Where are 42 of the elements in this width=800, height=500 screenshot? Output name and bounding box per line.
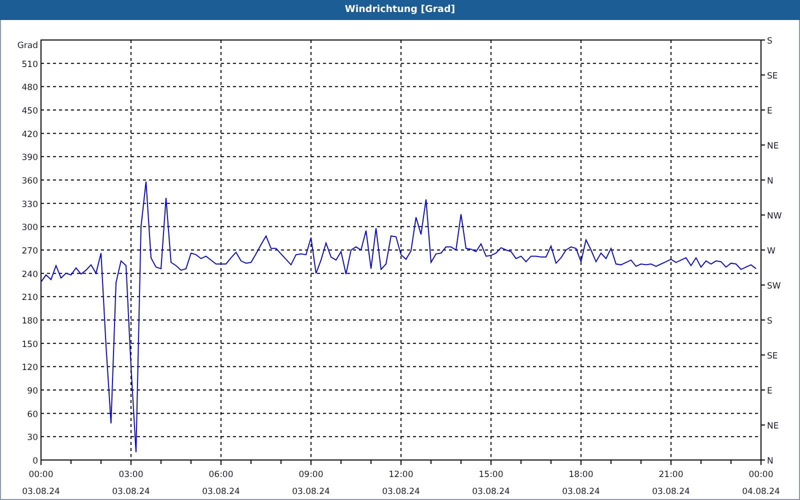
compass-label: S [767,316,772,326]
compass-label: SW [767,282,781,292]
y-tick-label: 300 [22,223,38,234]
y-tick-label: 180 [22,316,38,326]
x-tick-label: 00:00 04.08.24 [742,470,780,497]
compass-label: SE [767,72,778,82]
y-tick-label: 510 [22,60,38,70]
compass-label: N [767,176,774,186]
x-tick-label: 06:00 03.08.24 [202,470,240,497]
y-tick-label: 360 [22,176,38,186]
y-tick-label: 330 [22,200,38,210]
y-tick-label: 240 [22,270,38,280]
x-tick-label: 00:00 03.08.24 [22,470,60,497]
compass-label: NE [767,422,779,432]
compass-label: NE [767,142,779,152]
compass-label: N [767,456,774,466]
x-tick-label: 18:00 03.08.24 [562,470,600,497]
compass-label: SE [767,352,778,362]
y-tick-label: 60 [27,410,38,420]
x-tick-label: 09:00 03.08.24 [292,470,330,497]
y-tick-label: 120 [22,363,38,374]
y-tick-label: 480 [22,83,38,94]
y-tick-label: 150 [22,340,38,350]
compass-label: NW [767,212,782,222]
y-tick-label: 0 [32,456,38,466]
compass-label: E [767,106,772,116]
y-tick-label: 450 [22,106,38,116]
x-tick-label: 12:00 03.08.24 [382,470,420,497]
x-tick-label: 21:00 03.08.24 [652,470,690,497]
y-tick-label: 270 [22,246,38,256]
x-tick-label: 15:00 03.08.24 [472,470,510,497]
compass-label: W [767,246,776,256]
compass-label: E [767,386,772,396]
window-title: Windrichtung [Grad] [0,0,800,20]
compass-label: S [767,36,772,46]
y-tick-label: 420 [22,130,38,140]
y-tick-label: 30 [27,433,38,444]
x-tick-label: 03:00 03.08.24 [112,470,150,497]
y-tick-label: 390 [22,153,38,164]
y-tick-label: 90 [27,386,38,396]
y-axis-label: Grad [17,41,38,51]
y-tick-label: 210 [22,293,38,304]
